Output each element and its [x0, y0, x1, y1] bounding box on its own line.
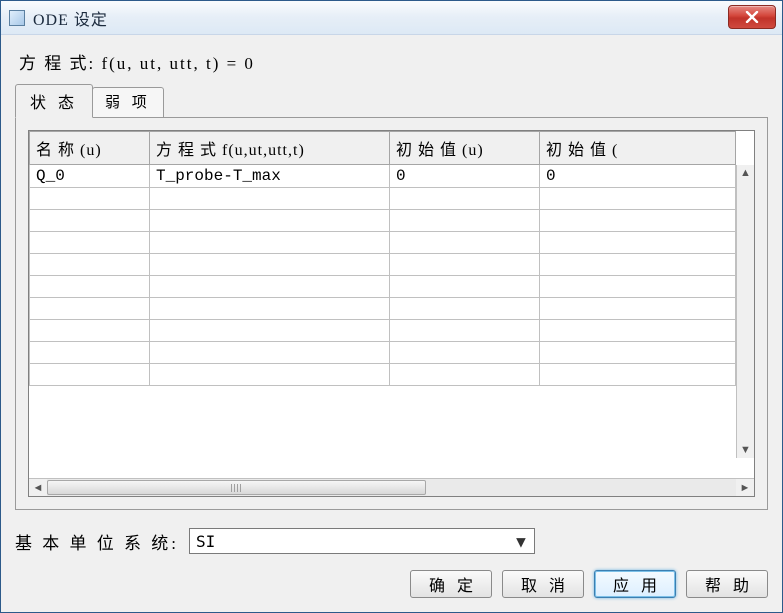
- col-header-init-u[interactable]: 初 始 值 (u): [390, 132, 540, 165]
- hscroll-thumb[interactable]: [47, 480, 426, 495]
- unit-system-value: SI: [196, 532, 215, 551]
- close-button[interactable]: [728, 5, 776, 29]
- grid-wrap: 名 称 (u) 方 程 式 f(u,ut,utt,t) 初 始 值 (u) 初 …: [28, 130, 755, 497]
- unit-system-row: 基 本 单 位 系 统: SI ▼: [15, 528, 768, 554]
- titlebar[interactable]: ODE 设定: [1, 1, 782, 35]
- client-area: 方 程 式: f(u, ut, utt, t) = 0 状 态 弱 项: [1, 35, 782, 612]
- table-row[interactable]: [30, 342, 736, 364]
- table-row[interactable]: [30, 254, 736, 276]
- window-title: ODE 设定: [33, 6, 728, 30]
- col-header-equation[interactable]: 方 程 式 f(u,ut,utt,t): [150, 132, 390, 165]
- grid-scroll-area[interactable]: 名 称 (u) 方 程 式 f(u,ut,utt,t) 初 始 值 (u) 初 …: [29, 131, 736, 478]
- unit-system-label: 基 本 单 位 系 统:: [15, 529, 179, 554]
- tab-area: 状 态 弱 项: [15, 84, 768, 510]
- horizontal-scrollbar[interactable]: ◄ ►: [29, 478, 754, 496]
- grid-container: 名 称 (u) 方 程 式 f(u,ut,utt,t) 初 始 值 (u) 初 …: [28, 130, 755, 497]
- chevron-down-icon: ▼: [512, 532, 530, 551]
- close-icon: [745, 11, 759, 23]
- tab-state[interactable]: 状 态: [15, 84, 93, 118]
- cancel-button[interactable]: 取 消: [502, 570, 584, 598]
- table-row[interactable]: [30, 276, 736, 298]
- scroll-left-icon[interactable]: ◄: [29, 482, 47, 494]
- cell-init-u[interactable]: 0: [390, 165, 540, 188]
- app-icon: [9, 10, 25, 26]
- tab-strip: 状 态 弱 项: [15, 84, 768, 117]
- table-row[interactable]: [30, 210, 736, 232]
- table-row[interactable]: [30, 320, 736, 342]
- button-row: 确 定 取 消 应 用 帮 助: [15, 570, 768, 598]
- help-button[interactable]: 帮 助: [686, 570, 768, 598]
- cell-name[interactable]: Q_0: [30, 165, 150, 188]
- table-row[interactable]: [30, 298, 736, 320]
- cell-equation[interactable]: T_probe-T_max: [150, 165, 390, 188]
- scroll-up-icon[interactable]: ▲: [740, 165, 751, 181]
- scroll-down-icon[interactable]: ▼: [740, 442, 751, 458]
- scroll-right-icon[interactable]: ►: [736, 482, 754, 494]
- table-row[interactable]: [30, 188, 736, 210]
- table-row[interactable]: Q_0 T_probe-T_max 0 0: [30, 165, 736, 188]
- table-row[interactable]: [30, 232, 736, 254]
- tab-weak[interactable]: 弱 项: [92, 87, 164, 117]
- table-row[interactable]: [30, 364, 736, 386]
- unit-system-dropdown[interactable]: SI ▼: [189, 528, 535, 554]
- hscroll-track[interactable]: [47, 479, 736, 496]
- state-table: 名 称 (u) 方 程 式 f(u,ut,utt,t) 初 始 值 (u) 初 …: [29, 131, 736, 386]
- col-header-init-ut[interactable]: 初 始 值 (: [540, 132, 736, 165]
- cell-init-ut[interactable]: 0: [540, 165, 736, 188]
- ok-button[interactable]: 确 定: [410, 570, 492, 598]
- apply-button[interactable]: 应 用: [594, 570, 676, 598]
- tab-panel-state: 名 称 (u) 方 程 式 f(u,ut,utt,t) 初 始 值 (u) 初 …: [15, 117, 768, 510]
- table-header-row: 名 称 (u) 方 程 式 f(u,ut,utt,t) 初 始 值 (u) 初 …: [30, 132, 736, 165]
- equation-label: 方 程 式: f(u, ut, utt, t) = 0: [19, 49, 764, 74]
- grid-body-area: 名 称 (u) 方 程 式 f(u,ut,utt,t) 初 始 值 (u) 初 …: [29, 131, 754, 478]
- ode-settings-window: ODE 设定 方 程 式: f(u, ut, utt, t) = 0 状 态 弱…: [0, 0, 783, 613]
- col-header-name[interactable]: 名 称 (u): [30, 132, 150, 165]
- vertical-scrollbar[interactable]: ▲ ▼: [736, 165, 754, 458]
